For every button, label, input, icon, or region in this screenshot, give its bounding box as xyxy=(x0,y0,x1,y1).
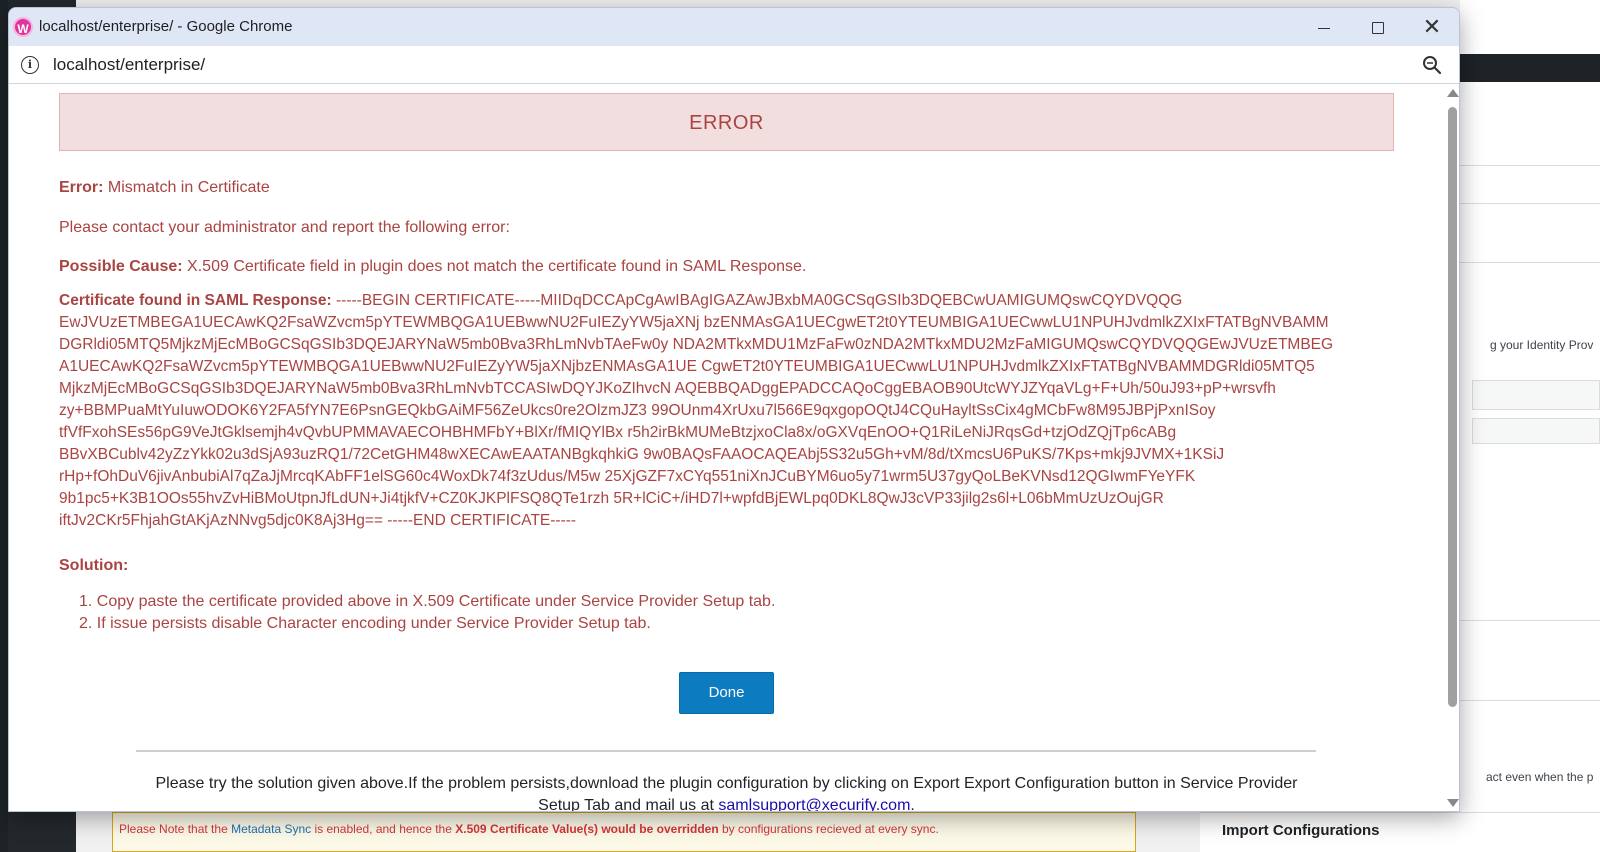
certificate-line: zy+BBMPuaMtYuIuwODOK6Y2FA5fYN7E6PsnGEQkb… xyxy=(59,402,1216,419)
cause-label: Possible Cause: xyxy=(59,258,183,275)
vertical-scrollbar[interactable] xyxy=(1445,85,1459,811)
support-email-link[interactable]: samlsupport@xecurify.com xyxy=(718,797,910,811)
contact-admin-text: Please contact your administrator and re… xyxy=(59,219,510,236)
certificate-block: Certificate found in SAML Response: ----… xyxy=(59,290,1349,532)
solution-item: 1. Copy paste the certificate provided a… xyxy=(79,593,776,610)
certificate-line: BBvXBCublv42yZzYkk02u3dSjA93uzRQ1/72CetG… xyxy=(59,446,1225,463)
error-banner: ERROR xyxy=(59,93,1394,151)
close-icon: ✕ xyxy=(1422,14,1442,39)
background-divider xyxy=(1460,262,1600,263)
notice-text: Please Note that the xyxy=(119,822,232,836)
certificate-line: MjkzMjEcMBoGCSqGSIb3DQEJARYNaW5mb0Bva3Rh… xyxy=(59,380,1276,397)
possible-cause: Possible Cause: X.509 Certificate field … xyxy=(59,258,806,276)
scroll-thumb[interactable] xyxy=(1448,107,1457,707)
notice-override-text: X.509 Certificate Value(s) would be over… xyxy=(455,822,719,836)
solution-list: 1. Copy paste the certificate provided a… xyxy=(79,591,775,635)
background-idp-text: g your Identity Prov xyxy=(1490,338,1594,352)
window-titlebar[interactable]: W localhost/enterprise/ - Google Chrome … xyxy=(9,8,1459,46)
background-admin-bar xyxy=(1460,54,1600,82)
solution-heading: Solution: xyxy=(59,557,128,575)
maximize-button[interactable] xyxy=(1355,12,1401,42)
notice-metadata-sync: Metadata Sync xyxy=(231,822,312,836)
window-title: localhost/enterprise/ - Google Chrome xyxy=(39,18,293,35)
chrome-popup-window: W localhost/enterprise/ - Google Chrome … xyxy=(8,7,1460,812)
footer-end: . xyxy=(910,797,915,812)
background-import-heading: Import Configurations xyxy=(1222,822,1380,839)
address-bar: i localhost/enterprise/ xyxy=(9,46,1459,84)
notice-text: by configurations recieved at every sync… xyxy=(718,822,939,836)
scroll-up-arrow-icon[interactable] xyxy=(1447,89,1459,97)
background-sidebar-edge xyxy=(0,0,8,852)
background-divider xyxy=(1460,620,1600,621)
solution-label: Solution: xyxy=(59,557,129,574)
error-page-content: ERROR Error: Mismatch in Certificate Ple… xyxy=(9,85,1445,812)
error-text: Mismatch in Certificate xyxy=(103,179,270,196)
url-text[interactable]: localhost/enterprise/ xyxy=(53,55,205,75)
maximize-icon xyxy=(1372,22,1384,35)
error-label: Error: xyxy=(59,179,104,196)
notice-text: is enabled, and hence the xyxy=(311,822,456,836)
background-act-text: act even when the p xyxy=(1486,770,1594,784)
cause-text: X.509 Certificate field in plugin does n… xyxy=(182,258,807,275)
certificate-line: iftJv2CKr5FhjahGtAKjAzNNvg5djc0K8Aj3Hg==… xyxy=(59,512,577,529)
certificate-line: DGRldi05MTQ5MjkzMjEcMBoGCSqGSIb3DQEJARYN… xyxy=(59,336,1334,353)
background-settings-panel xyxy=(1460,82,1600,852)
error-message: Error: Mismatch in Certificate xyxy=(59,179,270,197)
certificate-label: Certificate found in SAML Response: xyxy=(59,292,332,309)
zoom-icon[interactable] xyxy=(1421,54,1443,76)
wordpress-favicon-icon: W xyxy=(13,17,33,37)
footer-divider xyxy=(136,750,1316,752)
certificate-line: rHp+fOhDuV6jivAnbubiAl7qZaJjMrcqKAbFF1el… xyxy=(59,468,1196,485)
certificate-line: EwJVUzETMBEGA1UECAwKQ2FsaWZvcm5pYTEWMBQG… xyxy=(59,314,1329,331)
background-divider xyxy=(1460,700,1600,701)
background-metadata-notice: Please Note that the Metadata Sync is en… xyxy=(112,812,1136,852)
solution-item: 2. If issue persists disable Character e… xyxy=(79,615,651,632)
certificate-line: Certificate found in SAML Response: ----… xyxy=(59,290,1349,312)
certificate-line: 9b1pc5+K3B1OOs55hvZvHiBMoUtpnJfLdUN+Ji4t… xyxy=(59,490,1164,507)
background-divider xyxy=(1460,165,1600,166)
background-input-field[interactable] xyxy=(1472,380,1600,410)
certificate-text: -----BEGIN CERTIFICATE-----MIIDqDCCApCgA… xyxy=(331,292,1183,309)
close-button[interactable]: ✕ xyxy=(1409,12,1455,42)
background-top-area xyxy=(1460,0,1600,54)
scroll-down-arrow-icon[interactable] xyxy=(1447,799,1459,807)
footer-message: Please try the solution given above.If t… xyxy=(139,773,1314,812)
site-info-icon[interactable]: i xyxy=(21,56,39,74)
certificate-line: tfVfFxohSEs56pG9VeJtGklsemjh4vQvbUPMMAVA… xyxy=(59,424,1177,441)
certificate-line: A1UECAwKQ2FsaWZvcm5pYTEWMBQGA1UEBwwNU2Fu… xyxy=(59,358,1315,375)
done-button[interactable]: Done xyxy=(679,672,774,714)
background-divider xyxy=(1460,203,1600,204)
background-input-field[interactable] xyxy=(1472,418,1600,444)
minimize-icon xyxy=(1318,27,1330,29)
minimize-button[interactable] xyxy=(1301,12,1347,42)
